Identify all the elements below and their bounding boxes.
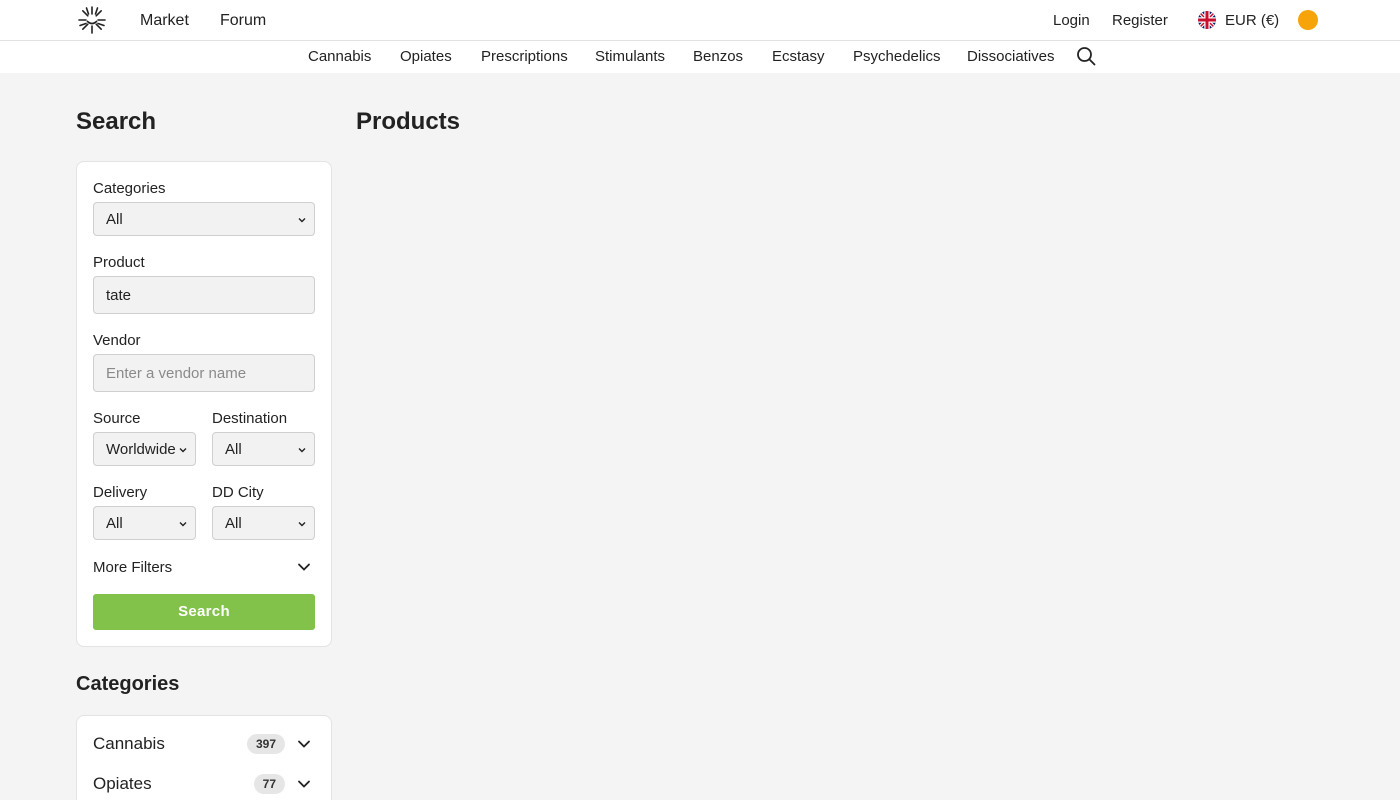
source-select[interactable]: Worldwide [93,432,196,466]
search-button[interactable]: Search [93,594,315,630]
catnav-dissociatives[interactable]: Dissociatives [967,48,1055,65]
ddcity-label: DD City [212,484,264,501]
vendor-input[interactable]: Enter a vendor name [93,354,315,392]
delivery-label: Delivery [93,484,148,501]
chevron-down-icon[interactable] [297,779,311,789]
delivery-select-value: All [106,515,123,532]
catnav-opiates[interactable]: Opiates [400,48,452,65]
nav-forum-link[interactable]: Forum [220,12,266,30]
delivery-select[interactable]: All [93,506,196,540]
categories-select-value: All [106,211,123,228]
catnav-psychedelics[interactable]: Psychedelics [853,48,941,65]
destination-select-value: All [225,441,242,458]
category-count-badge: 397 [246,734,285,754]
destination-label: Destination [212,410,288,427]
categories-heading: Categories [76,673,180,695]
nav-market-link[interactable]: Market [140,12,189,30]
product-input[interactable]: tate [93,276,315,314]
category-name: Opiates [93,774,152,793]
source-select-value: Worldwide [106,441,176,458]
category-item-opiates[interactable]: Opiates 77 [93,772,315,796]
register-link[interactable]: Register [1112,12,1168,29]
top-navbar: Market Forum Login Register EUR (€) [0,0,1400,41]
products-heading: Products [356,108,461,135]
login-link[interactable]: Login [1053,12,1090,29]
vendor-label: Vendor [93,332,141,349]
destination-select[interactable]: All [212,432,315,466]
catnav-prescriptions[interactable]: Prescriptions [481,48,568,65]
catnav-stimulants[interactable]: Stimulants [595,48,665,65]
more-filters-label: More Filters [93,559,173,576]
currency-selector[interactable]: EUR (€) [1225,12,1279,29]
chevron-down-icon [179,448,187,453]
chevron-down-icon [298,563,310,571]
chevron-down-icon [179,522,187,527]
ddcity-select[interactable]: All [212,506,315,540]
search-icon[interactable] [1076,46,1096,66]
chevron-down-icon [298,218,306,223]
coin-status-icon[interactable] [1298,10,1318,30]
catnav-ecstasy[interactable]: Ecstasy [772,48,825,65]
category-count-badge: 77 [253,774,285,794]
logo-icon[interactable] [77,5,107,35]
category-name: Cannabis [93,734,165,753]
chevron-down-icon[interactable] [297,739,311,749]
catnav-benzos[interactable]: Benzos [693,48,743,65]
chevron-down-icon [298,448,306,453]
category-navbar: Cannabis Opiates Prescriptions Stimulant… [0,41,1400,73]
categories-select[interactable]: All [93,202,315,236]
search-heading: Search [76,108,157,135]
product-label: Product [93,254,145,271]
more-filters-toggle[interactable]: More Filters [93,558,315,578]
ddcity-select-value: All [225,515,242,532]
chevron-down-icon [298,522,306,527]
source-label: Source [93,410,141,427]
categories-label: Categories [93,180,166,197]
catnav-cannabis[interactable]: Cannabis [308,48,371,65]
category-item-cannabis[interactable]: Cannabis 397 [93,732,315,756]
uk-flag-icon[interactable] [1198,11,1216,29]
